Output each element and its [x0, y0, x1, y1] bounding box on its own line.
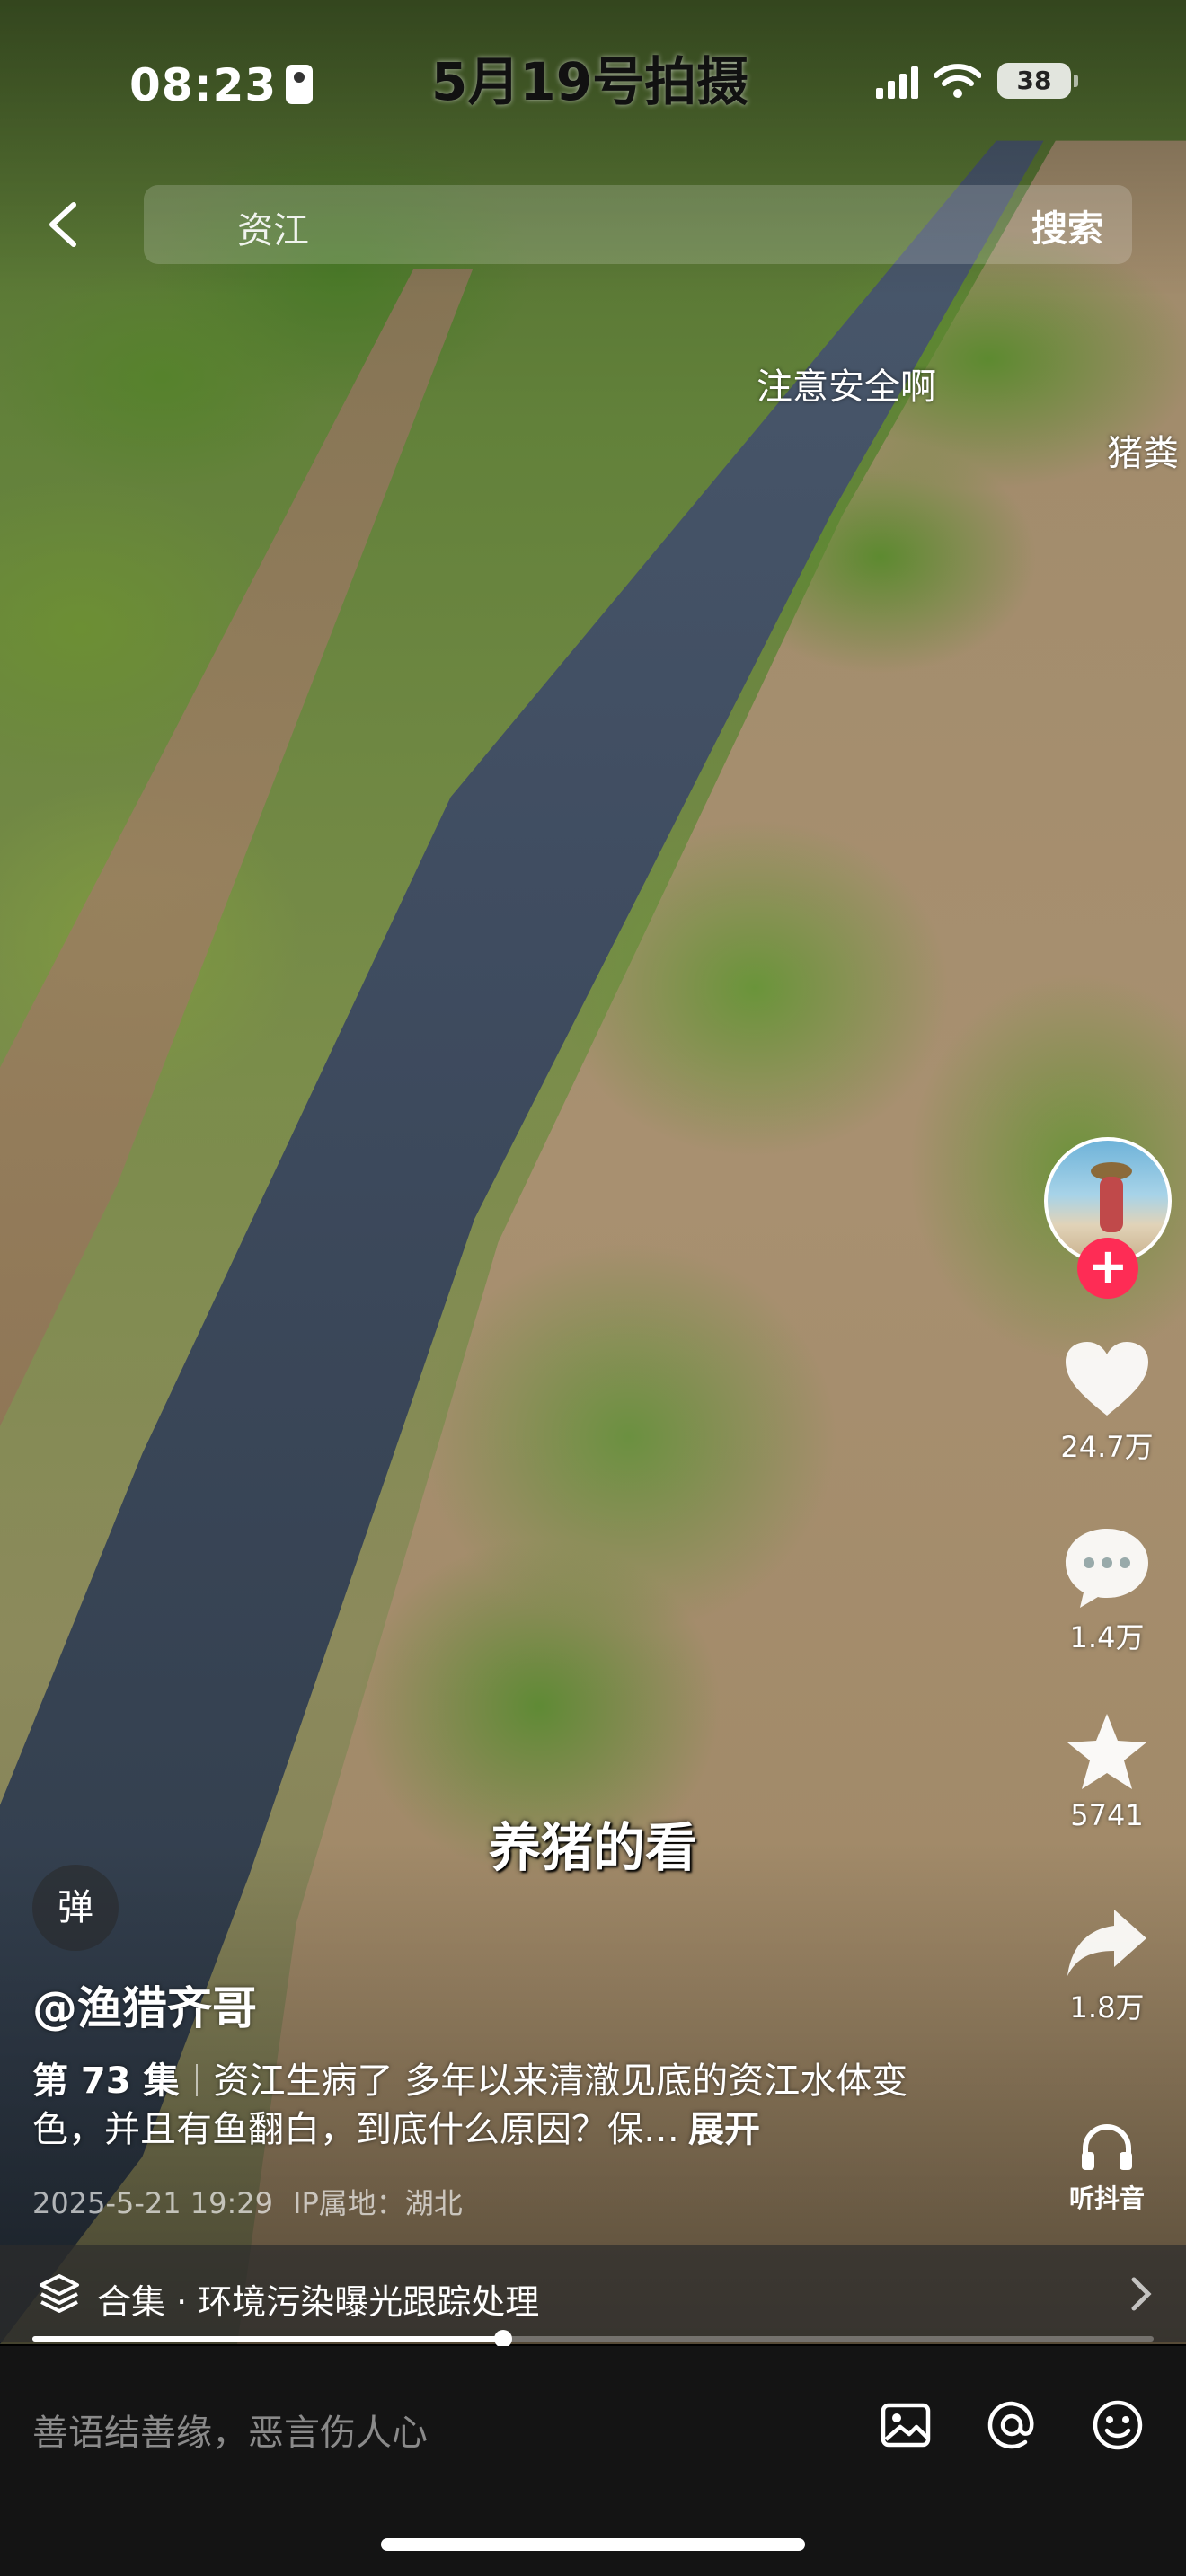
playback-progress[interactable] — [32, 2330, 1154, 2348]
share-button[interactable]: 1.8万 — [1053, 1904, 1161, 2026]
progress-fill — [32, 2336, 504, 2342]
post-meta: 2025-5-21 19:29 IP属地：湖北 — [32, 2181, 463, 2222]
expand-button[interactable]: 展开 — [688, 2109, 760, 2150]
image-icon[interactable] — [879, 2398, 933, 2452]
ip-location: IP属地：湖北 — [293, 2186, 463, 2220]
collection-bar[interactable]: 合集 · 环境污染曝光跟踪处理 — [0, 2245, 1186, 2342]
comment-count: 1.4万 — [1069, 1620, 1145, 1654]
post-timestamp: 2025-5-21 19:29 — [32, 2186, 273, 2220]
search-button[interactable]: 搜索 — [1031, 199, 1103, 251]
danmaku-comment: 猪粪 — [1107, 433, 1179, 474]
listen-button[interactable]: 听抖音 — [1053, 2122, 1161, 2215]
star-icon — [1067, 1714, 1146, 1789]
listen-label: 听抖音 — [1068, 2183, 1145, 2213]
author-name[interactable]: @渔猎齐哥 — [32, 1972, 257, 2037]
video-date-caption: 5月19号拍摄 — [431, 51, 749, 112]
share-arrow-icon — [1067, 1910, 1146, 1976]
progress-knob[interactable] — [494, 2330, 513, 2348]
avatar-figure — [1100, 1177, 1123, 1232]
divider — [195, 2064, 198, 2096]
search-query: 资江 — [237, 210, 309, 251]
at-mention-icon[interactable] — [985, 2398, 1039, 2452]
status-time: 08:23 — [129, 59, 278, 111]
favorite-count: 5741 — [1070, 1798, 1144, 1832]
home-indicator[interactable] — [381, 2538, 805, 2551]
cellular-signal-icon — [876, 63, 918, 99]
wifi-icon — [934, 64, 981, 98]
battery-level: 38 — [1016, 66, 1052, 95]
layers-icon — [40, 2274, 79, 2313]
headphones-icon — [1082, 2124, 1132, 2170]
episode-number: 第 73 集 — [32, 2060, 180, 2102]
chevron-right-icon — [1131, 2277, 1152, 2311]
comment-input[interactable]: 善语结善缘，恶言伤人心 — [32, 2404, 428, 2456]
post-description: 第 73 集资江生病了 多年以来清澈见底的资江水体变色，并且有鱼翻白，到底什么原… — [32, 2057, 967, 2154]
danmaku-toggle-button[interactable]: 弹 — [32, 1865, 119, 1951]
heart-icon — [1066, 1342, 1148, 1416]
comment-bubble-icon — [1066, 1529, 1148, 1608]
favorite-button[interactable]: 5741 — [1053, 1710, 1161, 1832]
video-subtitle: 养猪的看 — [488, 1817, 697, 1878]
like-button[interactable]: 24.7万 — [1053, 1338, 1161, 1466]
danmaku-comment: 注意安全啊 — [757, 366, 936, 408]
id-card-icon — [286, 65, 313, 104]
share-count: 1.8万 — [1069, 1990, 1145, 2025]
collection-label: 合集 · 环境污染曝光跟踪处理 — [97, 2282, 540, 2322]
comment-button[interactable]: 1.4万 — [1053, 1525, 1161, 1656]
emoji-icon[interactable] — [1091, 2398, 1145, 2452]
back-arrow-icon[interactable] — [41, 199, 86, 250]
battery-icon: 38 — [997, 63, 1078, 99]
status-indicators: 38 — [876, 63, 1078, 99]
search-input[interactable]: 资江 — [144, 185, 1132, 264]
follow-plus-button[interactable]: + — [1077, 1238, 1138, 1299]
like-count: 24.7万 — [1060, 1430, 1154, 1464]
